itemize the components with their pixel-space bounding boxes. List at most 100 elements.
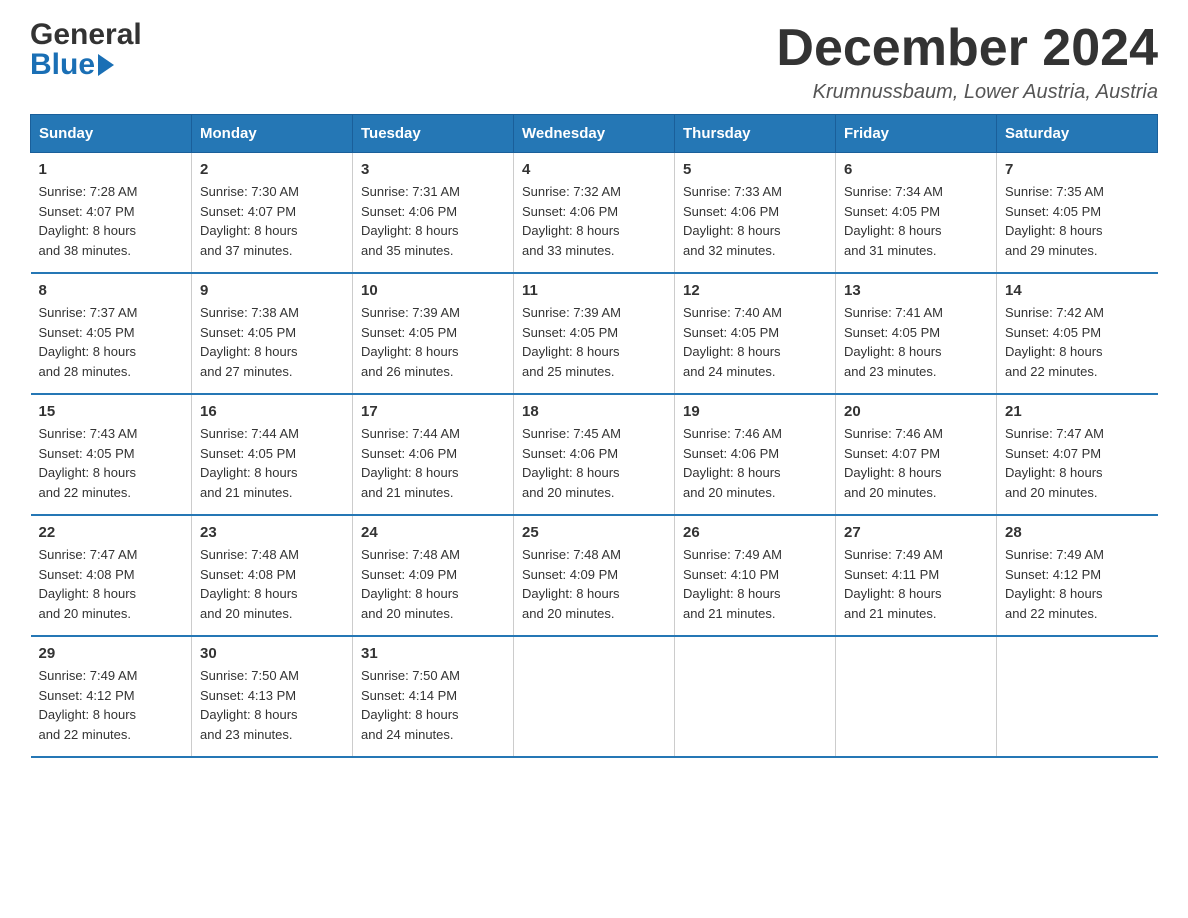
sunrise-time: Sunrise: 7:48 AM: [200, 547, 299, 562]
sunset-time: Sunset: 4:05 PM: [522, 325, 618, 340]
day-info: Sunrise: 7:28 AM Sunset: 4:07 PM Dayligh…: [39, 182, 184, 260]
day-number: 20: [844, 403, 988, 420]
sunrise-time: Sunrise: 7:49 AM: [1005, 547, 1104, 562]
day-number: 1: [39, 161, 184, 178]
day-info: Sunrise: 7:48 AM Sunset: 4:09 PM Dayligh…: [361, 545, 505, 623]
day-info: Sunrise: 7:44 AM Sunset: 4:06 PM Dayligh…: [361, 424, 505, 502]
table-row: 29 Sunrise: 7:49 AM Sunset: 4:12 PM Dayl…: [31, 636, 192, 757]
col-saturday: Saturday: [997, 115, 1158, 153]
table-row: 12 Sunrise: 7:40 AM Sunset: 4:05 PM Dayl…: [675, 273, 836, 394]
day-number: 12: [683, 282, 827, 299]
sunrise-time: Sunrise: 7:37 AM: [39, 305, 138, 320]
table-row: 11 Sunrise: 7:39 AM Sunset: 4:05 PM Dayl…: [514, 273, 675, 394]
daylight-minutes: and 24 minutes.: [361, 727, 454, 742]
sunrise-time: Sunrise: 7:40 AM: [683, 305, 782, 320]
daylight-minutes: and 31 minutes.: [844, 243, 937, 258]
day-info: Sunrise: 7:49 AM Sunset: 4:11 PM Dayligh…: [844, 545, 988, 623]
sunrise-time: Sunrise: 7:35 AM: [1005, 184, 1104, 199]
col-wednesday: Wednesday: [514, 115, 675, 153]
sunset-time: Sunset: 4:06 PM: [522, 204, 618, 219]
col-sunday: Sunday: [31, 115, 192, 153]
day-number: 19: [683, 403, 827, 420]
daylight-hours: Daylight: 8 hours: [1005, 586, 1103, 601]
day-number: 28: [1005, 524, 1150, 541]
table-row: 9 Sunrise: 7:38 AM Sunset: 4:05 PM Dayli…: [192, 273, 353, 394]
daylight-minutes: and 21 minutes.: [200, 485, 293, 500]
calendar-week-row: 29 Sunrise: 7:49 AM Sunset: 4:12 PM Dayl…: [31, 636, 1158, 757]
day-info: Sunrise: 7:49 AM Sunset: 4:12 PM Dayligh…: [1005, 545, 1150, 623]
daylight-minutes: and 27 minutes.: [200, 364, 293, 379]
daylight-minutes: and 21 minutes.: [683, 606, 776, 621]
col-thursday: Thursday: [675, 115, 836, 153]
daylight-hours: Daylight: 8 hours: [1005, 465, 1103, 480]
day-number: 13: [844, 282, 988, 299]
sunrise-time: Sunrise: 7:32 AM: [522, 184, 621, 199]
daylight-hours: Daylight: 8 hours: [683, 465, 781, 480]
sunrise-time: Sunrise: 7:50 AM: [200, 668, 299, 683]
daylight-hours: Daylight: 8 hours: [844, 465, 942, 480]
calendar-week-row: 1 Sunrise: 7:28 AM Sunset: 4:07 PM Dayli…: [31, 153, 1158, 274]
day-info: Sunrise: 7:50 AM Sunset: 4:14 PM Dayligh…: [361, 666, 505, 744]
day-info: Sunrise: 7:48 AM Sunset: 4:09 PM Dayligh…: [522, 545, 666, 623]
sunset-time: Sunset: 4:06 PM: [683, 204, 779, 219]
day-info: Sunrise: 7:46 AM Sunset: 4:06 PM Dayligh…: [683, 424, 827, 502]
table-row: 17 Sunrise: 7:44 AM Sunset: 4:06 PM Dayl…: [353, 394, 514, 515]
daylight-hours: Daylight: 8 hours: [39, 586, 137, 601]
sunset-time: Sunset: 4:12 PM: [1005, 567, 1101, 582]
day-info: Sunrise: 7:46 AM Sunset: 4:07 PM Dayligh…: [844, 424, 988, 502]
sunset-time: Sunset: 4:07 PM: [844, 446, 940, 461]
daylight-minutes: and 20 minutes.: [361, 606, 454, 621]
page-header: General Blue December 2024 Krumnussbaum,…: [30, 20, 1158, 104]
logo-blue-text: Blue: [30, 50, 95, 80]
daylight-hours: Daylight: 8 hours: [522, 465, 620, 480]
logo-arrow-icon: [98, 54, 114, 76]
sunrise-time: Sunrise: 7:49 AM: [39, 668, 138, 683]
day-info: Sunrise: 7:39 AM Sunset: 4:05 PM Dayligh…: [522, 303, 666, 381]
daylight-hours: Daylight: 8 hours: [361, 344, 459, 359]
day-info: Sunrise: 7:30 AM Sunset: 4:07 PM Dayligh…: [200, 182, 344, 260]
day-info: Sunrise: 7:33 AM Sunset: 4:06 PM Dayligh…: [683, 182, 827, 260]
logo-general-text: General: [30, 20, 142, 50]
table-row: [997, 636, 1158, 757]
sunset-time: Sunset: 4:13 PM: [200, 688, 296, 703]
daylight-hours: Daylight: 8 hours: [361, 707, 459, 722]
table-row: [514, 636, 675, 757]
title-block: December 2024 Krumnussbaum, Lower Austri…: [776, 20, 1158, 104]
table-row: 3 Sunrise: 7:31 AM Sunset: 4:06 PM Dayli…: [353, 153, 514, 274]
day-info: Sunrise: 7:44 AM Sunset: 4:05 PM Dayligh…: [200, 424, 344, 502]
sunrise-time: Sunrise: 7:28 AM: [39, 184, 138, 199]
day-info: Sunrise: 7:39 AM Sunset: 4:05 PM Dayligh…: [361, 303, 505, 381]
sunrise-time: Sunrise: 7:34 AM: [844, 184, 943, 199]
day-number: 26: [683, 524, 827, 541]
sunset-time: Sunset: 4:14 PM: [361, 688, 457, 703]
sunset-time: Sunset: 4:05 PM: [361, 325, 457, 340]
day-info: Sunrise: 7:48 AM Sunset: 4:08 PM Dayligh…: [200, 545, 344, 623]
sunrise-time: Sunrise: 7:38 AM: [200, 305, 299, 320]
daylight-hours: Daylight: 8 hours: [844, 223, 942, 238]
day-number: 22: [39, 524, 184, 541]
daylight-hours: Daylight: 8 hours: [522, 586, 620, 601]
day-number: 2: [200, 161, 344, 178]
day-info: Sunrise: 7:47 AM Sunset: 4:08 PM Dayligh…: [39, 545, 184, 623]
day-number: 14: [1005, 282, 1150, 299]
calendar-location: Krumnussbaum, Lower Austria, Austria: [776, 81, 1158, 104]
col-monday: Monday: [192, 115, 353, 153]
sunset-time: Sunset: 4:05 PM: [1005, 204, 1101, 219]
calendar-table: Sunday Monday Tuesday Wednesday Thursday…: [30, 114, 1158, 758]
daylight-hours: Daylight: 8 hours: [39, 707, 137, 722]
daylight-minutes: and 22 minutes.: [1005, 364, 1098, 379]
day-number: 27: [844, 524, 988, 541]
daylight-minutes: and 29 minutes.: [1005, 243, 1098, 258]
daylight-minutes: and 35 minutes.: [361, 243, 454, 258]
daylight-hours: Daylight: 8 hours: [522, 344, 620, 359]
table-row: 25 Sunrise: 7:48 AM Sunset: 4:09 PM Dayl…: [514, 515, 675, 636]
calendar-week-row: 15 Sunrise: 7:43 AM Sunset: 4:05 PM Dayl…: [31, 394, 1158, 515]
daylight-minutes: and 26 minutes.: [361, 364, 454, 379]
table-row: [836, 636, 997, 757]
sunrise-time: Sunrise: 7:39 AM: [522, 305, 621, 320]
sunset-time: Sunset: 4:05 PM: [1005, 325, 1101, 340]
table-row: 18 Sunrise: 7:45 AM Sunset: 4:06 PM Dayl…: [514, 394, 675, 515]
daylight-minutes: and 23 minutes.: [200, 727, 293, 742]
daylight-minutes: and 21 minutes.: [844, 606, 937, 621]
sunset-time: Sunset: 4:05 PM: [844, 204, 940, 219]
